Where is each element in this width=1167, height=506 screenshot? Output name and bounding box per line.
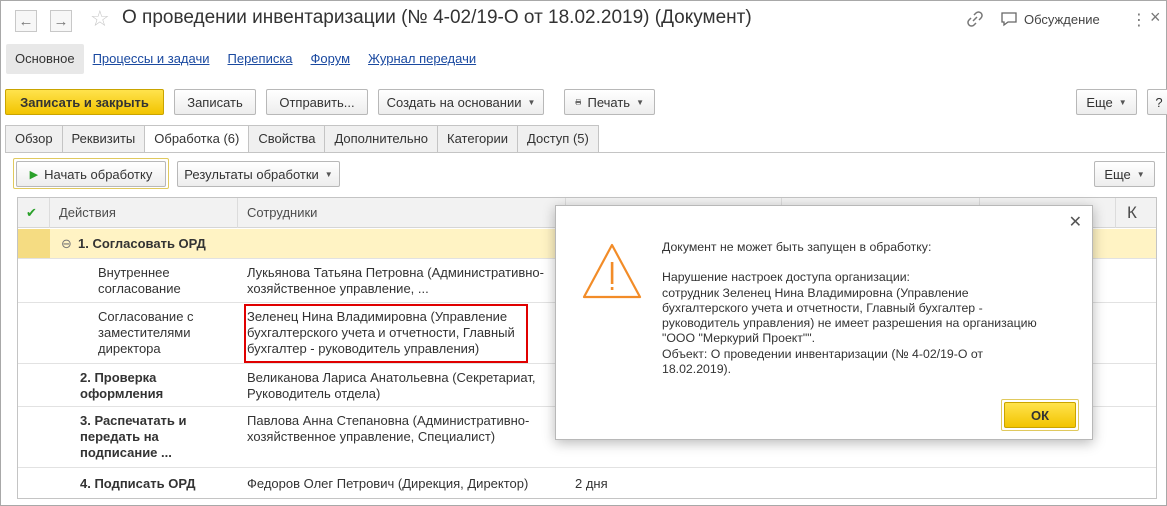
send-label: Отправить... [279,94,355,110]
employees-cell: Великанова Лариса Анатольевна (Секретари… [247,370,536,401]
star-icon[interactable]: ☆ [90,6,110,32]
column-header-last[interactable]: К [1116,198,1156,228]
processing-more-button[interactable]: Еще ▼ [1094,161,1155,187]
create-based-on-label: Создать на основании [386,94,522,110]
nav-item-main[interactable]: Основное [6,44,84,74]
close-icon[interactable]: ✕ [1069,212,1082,232]
highlight-box [244,304,528,363]
print-label: Печать [587,94,631,110]
nav-item-correspondence[interactable]: Переписка [219,44,302,74]
action-cell: 2. Проверка оформления [80,370,164,401]
help-button[interactable]: ? [1147,89,1167,115]
check-icon: ✔ [26,205,37,220]
chat-bubble-icon [1001,12,1017,27]
tab-additional[interactable]: Дополнительно [324,125,438,153]
action-cell: 3. Распечатать и передать на подписание … [80,413,187,460]
save-button[interactable]: Записать [174,89,256,115]
window-title: О проведении инвентаризации (№ 4-02/19-О… [122,7,752,28]
collapse-icon[interactable]: ⊖ [61,236,72,252]
table-row[interactable]: 4. Подписать ОРД Федоров Олег Петрович (… [18,469,1156,498]
save-and-close-button[interactable]: Записать и закрыть [5,89,164,115]
play-icon: ▶ [29,168,39,181]
tab-divider [5,152,1165,153]
discussion-label: Обсуждение [1024,11,1100,27]
form-tabs: Обзор Реквизиты Обработка (6) Свойства Д… [5,125,599,153]
employees-cell: Павлова Анна Степановна (Административно… [247,413,530,444]
forward-arrow-icon[interactable]: → [50,10,72,32]
tab-categories[interactable]: Категории [437,125,518,153]
dialog-line: 18.02.2019). [662,362,732,377]
tab-processing[interactable]: Обработка (6) [144,125,249,153]
send-button[interactable]: Отправить... [266,89,368,115]
chevron-down-icon: ▼ [636,97,644,107]
chevron-down-icon: ▼ [1118,97,1127,107]
term-cell: 2 дня [575,476,608,491]
more-label: Еще [1086,94,1113,110]
action-cell: Внутреннее согласование [98,265,181,296]
create-based-on-button[interactable]: Создать на основании ▼ [378,89,544,115]
error-dialog: ✕ Документ не может быть запущен в обраб… [555,205,1093,440]
nav-item-transfer-log[interactable]: Журнал передачи [359,44,485,74]
dialog-line: Документ не может быть запущен в обработ… [662,240,932,254]
link-icon[interactable] [965,9,985,29]
processing-results-label: Результаты обработки [184,166,319,182]
dialog-spacer [662,255,1072,270]
tab-requisites[interactable]: Реквизиты [61,125,145,153]
processing-results-button[interactable]: Результаты обработки ▼ [177,161,340,187]
start-processing-label: Начать обработку [44,166,153,182]
more-menu-icon[interactable]: ⋮ [1131,10,1147,30]
dialog-message: Документ не может быть запущен в обработ… [662,240,1072,377]
chevron-down-icon: ▼ [527,97,536,107]
nav-item-processes[interactable]: Процессы и задачи [84,44,219,74]
tab-overview[interactable]: Обзор [5,125,62,153]
action-cell: Согласование с заместителями директора [98,309,194,356]
dialog-line: бухгалтерского учета и отчетности, Главн… [662,300,983,315]
back-arrow-icon[interactable]: ← [15,10,37,32]
ok-focus-frame: ОК [1001,399,1079,431]
title-bar: ← → ☆ О проведении инвентаризации (№ 4-0… [0,0,1167,40]
actions-column-header[interactable]: Действия [50,198,238,228]
save-label: Записать [187,94,243,110]
nav-item-forum[interactable]: Форум [302,44,360,74]
warning-icon [582,243,642,299]
tab-access[interactable]: Доступ (5) [517,125,599,153]
form-navigation-panel: Основное Процессы и задачи Переписка Фор… [0,44,485,74]
checkmark-column-header[interactable]: ✔ [18,198,50,228]
ok-button[interactable]: ОК [1004,402,1076,428]
save-and-close-label: Записать и закрыть [20,94,149,110]
chevron-down-icon: ▼ [1136,169,1145,179]
printer-icon [575,99,582,105]
dialog-line: руководитель управления) не имеет разреш… [662,316,1037,331]
print-button[interactable]: Печать ▼ [564,89,655,115]
dialog-line: Объект: О проведении инвентаризации (№ 4… [662,346,984,361]
dialog-line: "ООО "Меркурий Проект"". [662,331,816,346]
employees-cell: Лукьянова Татьяна Петровна (Администрати… [247,265,544,296]
action-cell: 1. Согласовать ОРД [78,236,206,251]
processing-more-label: Еще [1104,166,1131,182]
help-icon: ? [1155,94,1163,110]
discussion-button[interactable]: Обсуждение [1000,11,1100,27]
row-marker [18,229,50,258]
employees-cell: Федоров Олег Петрович (Дирекция, Директо… [247,476,529,491]
tab-properties[interactable]: Свойства [248,125,325,153]
dialog-line: Нарушение настроек доступа организации: [662,270,910,285]
close-icon[interactable]: × [1150,7,1161,28]
dialog-line: сотрудник Зеленец Нина Владимировна (Упр… [662,285,969,300]
employees-column-header[interactable]: Сотрудники [238,198,566,228]
action-cell: 4. Подписать ОРД [80,476,196,491]
more-button[interactable]: Еще ▼ [1076,89,1137,115]
chevron-down-icon: ▼ [324,169,333,179]
start-processing-button[interactable]: ▶ Начать обработку [16,161,166,187]
